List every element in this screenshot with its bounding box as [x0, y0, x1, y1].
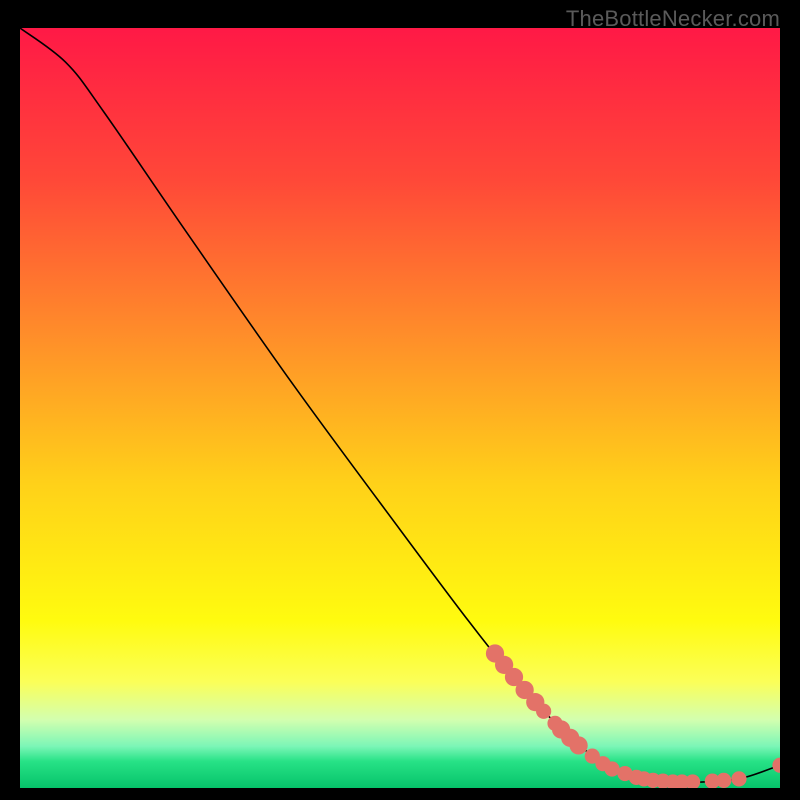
chart-svg [20, 28, 780, 788]
data-point [716, 773, 731, 788]
data-point [604, 761, 619, 776]
data-point [536, 704, 551, 719]
data-point [569, 736, 587, 754]
chart-plot-area [20, 28, 780, 788]
watermark-label: TheBottleNecker.com [566, 6, 780, 32]
data-point [731, 771, 746, 786]
chart-background [20, 28, 780, 788]
